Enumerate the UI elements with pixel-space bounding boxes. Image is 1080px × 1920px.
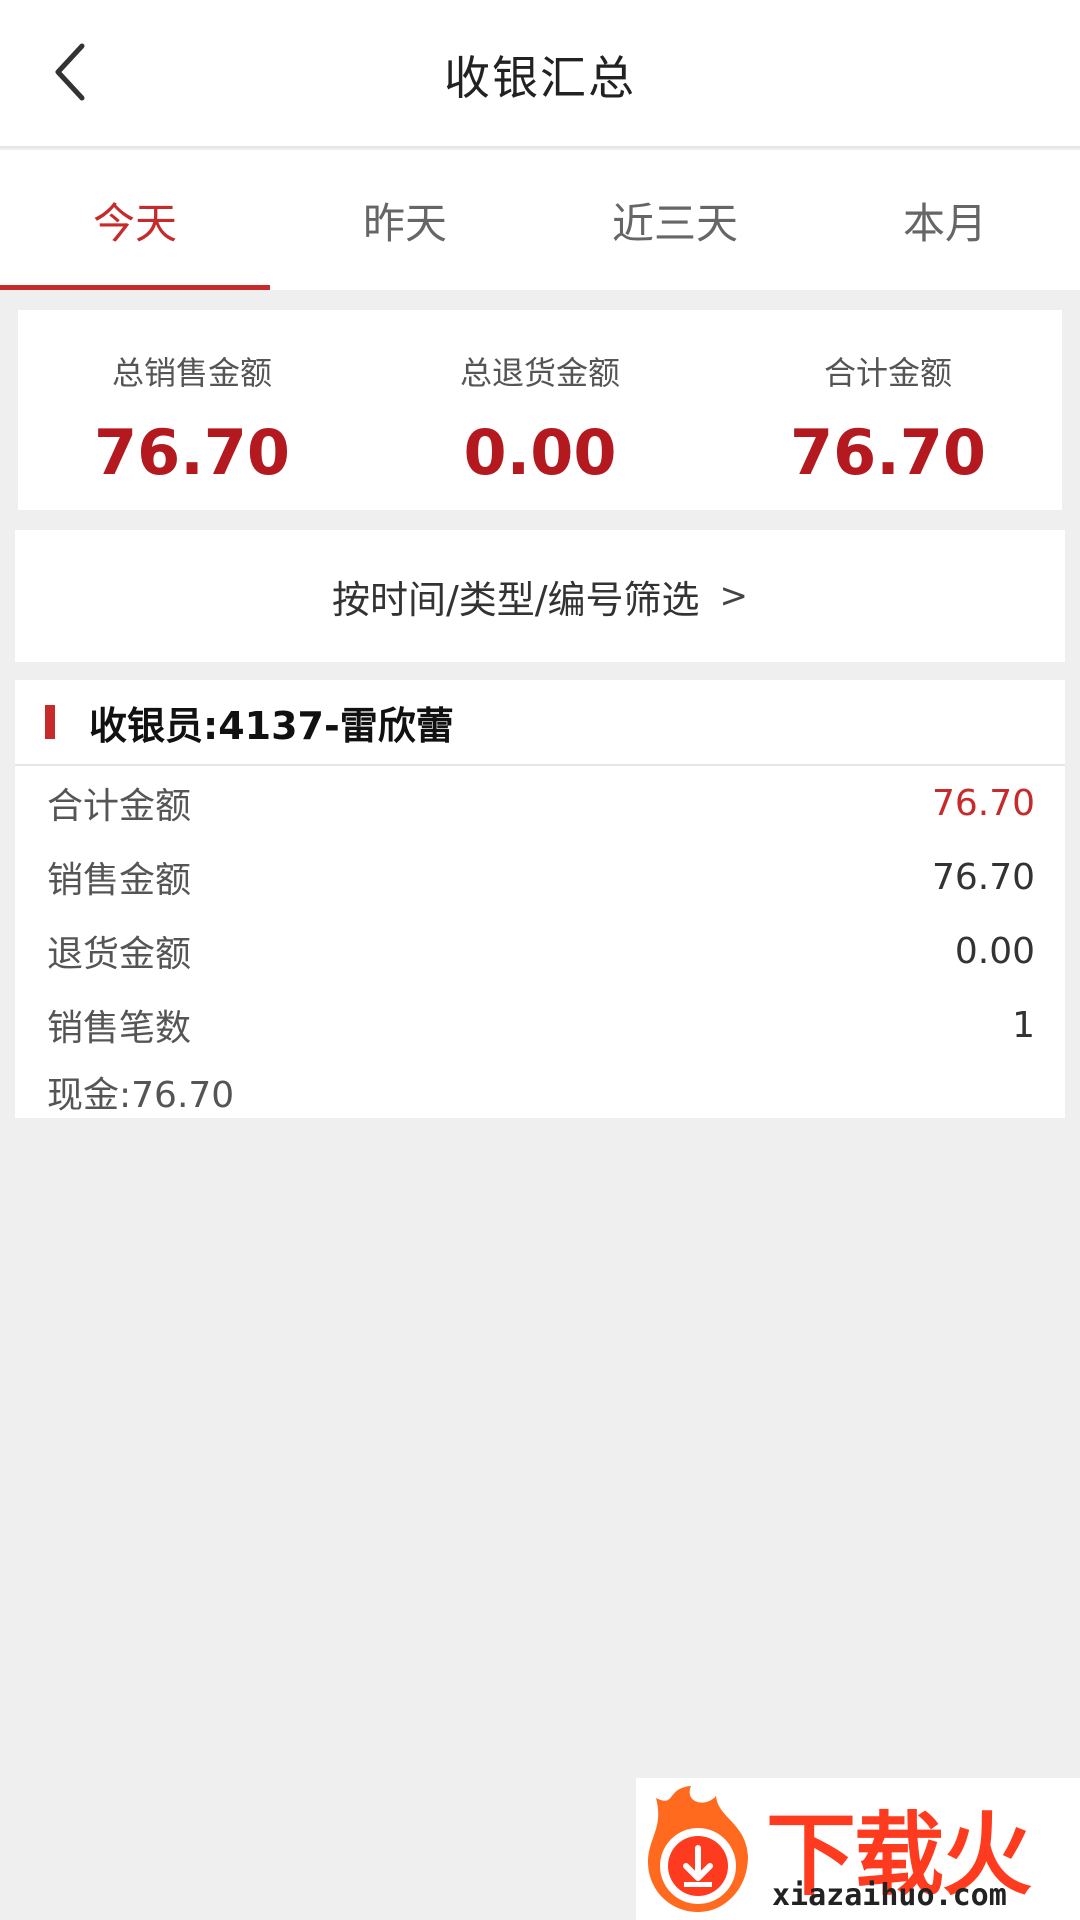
header-bar: 收银汇总 <box>0 0 1080 148</box>
grand-total-label: 合计金额 <box>823 354 952 392</box>
total-sales-value: 76.70 <box>93 416 291 489</box>
tab-today[interactable]: 今天 <box>0 150 270 290</box>
stat-label: 退货金额 <box>47 934 192 975</box>
section-marker <box>45 705 55 739</box>
stat-label: 销售金额 <box>47 860 192 901</box>
filter-button[interactable]: 按时间/类型/编号筛选 > <box>15 530 1065 662</box>
total-return-label: 总退货金额 <box>459 354 620 392</box>
cashier-card: 收银员:4137-雷欣蕾 合计金额 76.70 销售金额 76.70 退货金额 … <box>15 680 1065 1118</box>
total-return-summary: 总退货金额 0.00 <box>366 310 714 510</box>
stat-row-sales: 销售金额 76.70 <box>15 840 1065 914</box>
stat-value: 1 <box>1012 1004 1035 1046</box>
tab-yesterday[interactable]: 昨天 <box>270 150 540 290</box>
cash-payment-line: 现金:76.70 <box>47 1075 235 1116</box>
cashier-header: 收银员:4137-雷欣蕾 <box>15 680 1065 766</box>
filter-label: 按时间/类型/编号筛选 <box>331 577 700 622</box>
stat-row-returns: 退货金额 0.00 <box>15 914 1065 988</box>
stat-value: 76.70 <box>931 856 1035 898</box>
tab-last-three-days[interactable]: 近三天 <box>540 150 810 290</box>
total-sales-summary: 总销售金额 76.70 <box>18 310 366 510</box>
stat-label: 合计金额 <box>47 786 192 827</box>
summary-card: 总销售金额 76.70 总退货金额 0.00 合计金额 76.70 <box>18 310 1062 510</box>
stat-value: 0.00 <box>954 930 1035 972</box>
chevron-right-icon: > <box>719 576 749 616</box>
watermark-url: xiazaihuo.com <box>772 1878 1007 1913</box>
flame-logo-icon <box>648 1786 748 1912</box>
cashier-title: 收银员:4137-雷欣蕾 <box>89 703 454 748</box>
stat-row-count: 销售笔数 1 <box>15 988 1065 1062</box>
stat-value: 76.70 <box>931 782 1035 824</box>
stat-label: 销售笔数 <box>47 1008 192 1049</box>
period-tabs: 今天 昨天 近三天 本月 <box>0 150 1080 290</box>
grand-total-value: 76.70 <box>789 416 987 489</box>
tab-this-month[interactable]: 本月 <box>810 150 1080 290</box>
page-title: 收银汇总 <box>444 51 636 105</box>
stat-row-total: 合计金额 76.70 <box>15 766 1065 840</box>
total-sales-label: 总销售金额 <box>111 354 272 392</box>
grand-total-summary: 合计金额 76.70 <box>714 310 1062 510</box>
total-return-value: 0.00 <box>463 416 617 489</box>
watermark-logo: 下载火 xiazaihuo.com <box>636 1778 1080 1920</box>
